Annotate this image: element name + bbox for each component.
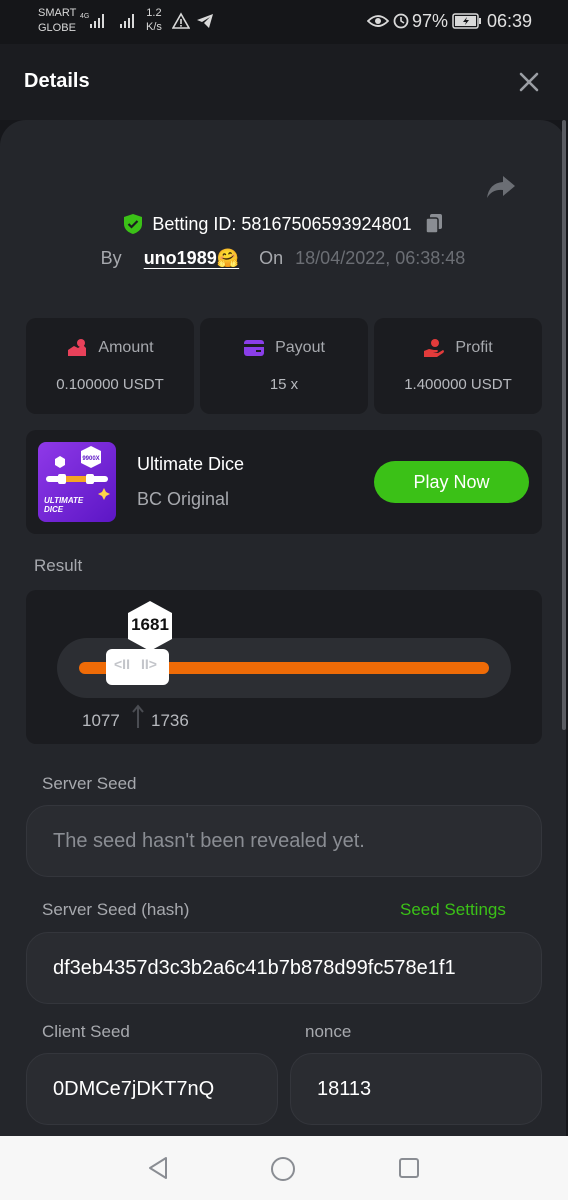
payout-label: Payout	[275, 339, 325, 356]
amount-value: 0.100000 USDT	[56, 376, 164, 393]
close-icon[interactable]	[518, 71, 540, 93]
page-title: Details	[24, 70, 90, 92]
scrollbar[interactable]	[562, 120, 566, 730]
server-seed-hash-field[interactable]: df3eb4357d3c3b2a6c41b7b878d99fc578e1f1	[26, 932, 542, 1004]
navigation-bar	[0, 1136, 568, 1200]
range-max: 1736	[151, 711, 189, 730]
home-circle-icon[interactable]	[270, 1156, 296, 1182]
alarm-icon	[393, 13, 409, 29]
game-subtitle: BC Original	[137, 489, 230, 509]
carrier-line-1: SMART	[38, 7, 77, 19]
thumbnail-badge: 9900X	[82, 456, 99, 462]
game-card: 9900X ULTIMATE DICE Ultimate Dice BC Ori…	[26, 430, 542, 534]
thumbnail-title: ULTIMATE DICE	[44, 496, 83, 514]
battery-percent: 97%	[412, 11, 449, 31]
play-now-button[interactable]: Play Now	[374, 461, 529, 503]
bet-datetime: 18/04/2022, 06:38:48	[295, 248, 466, 268]
svg-text:4G: 4G	[80, 13, 89, 20]
thumbnail-title-line-1: ULTIMATE	[44, 496, 84, 505]
warning-icon	[172, 12, 190, 29]
client-seed-value: 0DMCe7jDKT7nQ	[53, 1077, 215, 1100]
server-seed-hash-label: Server Seed (hash)	[42, 900, 190, 919]
copy-icon[interactable]	[424, 213, 444, 235]
carrier-line-2: GLOBE	[38, 22, 76, 34]
client-seed-label: Client Seed	[42, 1022, 130, 1041]
thumbnail-title-line-2: DICE	[44, 505, 64, 514]
result-value: 1681	[131, 615, 169, 634]
verified-shield-icon	[124, 214, 143, 234]
server-seed-hash-value: df3eb4357d3c3b2a6c41b7b878d99fc578e1f1	[53, 956, 456, 979]
result-label: Result	[34, 556, 83, 575]
payout-card-icon	[244, 340, 265, 356]
payout-card: Payout 15 x	[200, 318, 368, 414]
eye-comfort-icon	[367, 15, 389, 27]
betting-id-row: Betting ID: 58167506593924801	[0, 213, 566, 239]
by-label: By	[100, 248, 122, 268]
profit-card: Profit 1.400000 USDT	[374, 318, 542, 414]
profit-label: Profit	[455, 339, 493, 356]
on-label: On	[259, 248, 284, 268]
profit-value: 1.400000 USDT	[404, 376, 512, 393]
nonce-field[interactable]: 18113	[290, 1053, 542, 1125]
speed-unit: K/s	[146, 21, 162, 33]
share-icon[interactable]	[486, 174, 516, 200]
betting-id: Betting ID: 58167506593924801	[152, 213, 412, 234]
telegram-icon	[197, 14, 213, 28]
server-seed-field[interactable]: The seed hasn't been revealed yet.	[26, 805, 542, 877]
seed-settings-link[interactable]: Seed Settings	[400, 900, 506, 920]
battery-icon	[452, 13, 481, 29]
nonce-label: nonce	[305, 1022, 352, 1041]
range-marker-icon	[132, 704, 144, 728]
game-name: Ultimate Dice	[137, 454, 245, 474]
recent-apps-square-icon[interactable]	[398, 1157, 420, 1179]
back-triangle-icon[interactable]	[146, 1156, 170, 1180]
nonce-value: 18113	[317, 1077, 372, 1100]
carrier-label: SMART GLOBE	[38, 6, 76, 36]
clock: 06:39	[487, 11, 533, 31]
amount-icon	[68, 339, 87, 356]
status-bar: SMART GLOBE 4G 1.2 K/s 97% 06:39	[0, 0, 568, 44]
profit-hand-icon	[424, 339, 445, 357]
signal-icon	[120, 14, 134, 28]
amount-label: Amount	[98, 339, 154, 356]
range-handle: <II II>	[106, 649, 169, 685]
result-box: <II II> 1681 1077 1736	[26, 590, 542, 744]
server-seed-placeholder: The seed hasn't been revealed yet.	[53, 829, 365, 852]
details-header: Details	[0, 44, 568, 120]
username-link[interactable]: uno1989🤗	[144, 248, 239, 269]
bettor-row: By uno1989🤗 On 18/04/2022, 06:38:48	[0, 248, 566, 269]
payout-value: 15 x	[269, 376, 299, 393]
client-seed-field[interactable]: 0DMCe7jDKT7nQ	[26, 1053, 278, 1125]
game-thumbnail[interactable]: 9900X ULTIMATE DICE	[38, 442, 116, 522]
network-speed: 1.2 K/s	[146, 6, 162, 34]
speed-value: 1.2	[146, 7, 162, 19]
range-min: 1077	[82, 711, 120, 730]
server-seed-label: Server Seed	[42, 774, 137, 793]
amount-card: Amount 0.100000 USDT	[26, 318, 194, 414]
signal-4g-icon: 4G	[80, 13, 104, 28]
